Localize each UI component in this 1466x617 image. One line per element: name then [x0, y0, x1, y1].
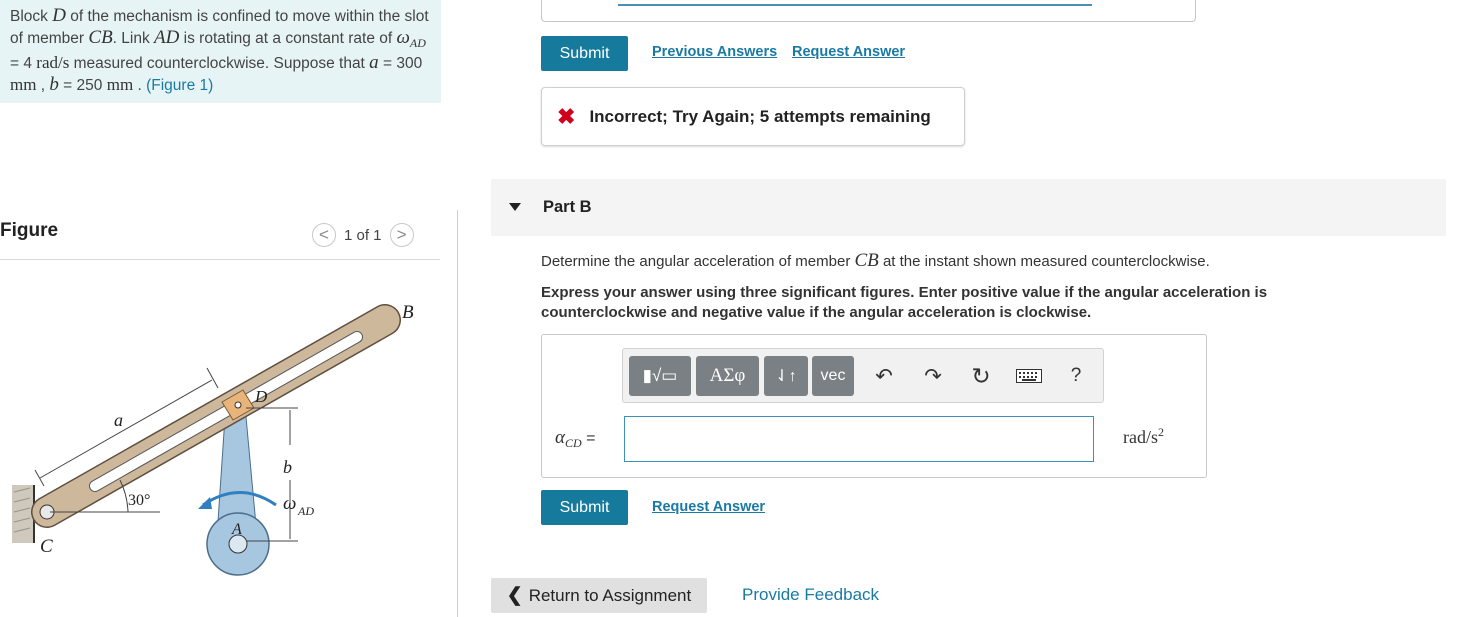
- part-b-instruction: Express your answer using three signific…: [541, 284, 1268, 321]
- label-angle: 30°: [128, 492, 150, 509]
- return-label: Return to Assignment: [528, 585, 692, 605]
- problem-statement: Block D of the mechanism is confined to …: [0, 0, 441, 103]
- label-b: B: [402, 302, 414, 323]
- problem-text: is rotating at a constant rate of: [179, 29, 397, 47]
- question-text: at the instant shown measured counterclo…: [878, 253, 1210, 270]
- provide-feedback-link[interactable]: Provide Feedback: [742, 585, 879, 605]
- feedback-text: Incorrect; Try Again; 5 attempts remaini…: [589, 106, 931, 126]
- b-value: = 250: [58, 76, 107, 94]
- figure-counter: 1 of 1: [344, 226, 382, 244]
- chevron-left-icon: ❮: [506, 585, 523, 606]
- label-a-dimension: a: [114, 410, 123, 430]
- alpha-symbol: α: [555, 427, 565, 448]
- figure-title: Figure: [0, 220, 59, 241]
- collapse-triangle-icon[interactable]: [509, 203, 521, 211]
- omega-units: rad/s: [36, 53, 70, 73]
- problem-text: . Link: [112, 29, 155, 47]
- member-symbol: CB: [88, 26, 113, 48]
- answer-input[interactable]: [624, 416, 1094, 462]
- wall-hatch: [12, 485, 34, 543]
- block-symbol: D: [52, 5, 66, 26]
- subscript-button[interactable]: ⇃↑: [764, 356, 808, 396]
- a-units: mm: [10, 74, 37, 94]
- omega-symbol: ω: [396, 26, 410, 48]
- answer-unit: rad/s2: [1123, 425, 1164, 448]
- question-member-symbol: CB: [854, 250, 879, 271]
- label-d: D: [254, 387, 268, 406]
- greek-icon: ΑΣφ: [709, 365, 746, 386]
- b-symbol: b: [49, 73, 59, 95]
- label-a-point: A: [231, 521, 242, 538]
- redo-icon[interactable]: ↷: [921, 364, 945, 388]
- answer-variable-label: αCD =: [555, 427, 595, 451]
- figure-prev-button[interactable]: <: [312, 223, 336, 247]
- label-omega: ω: [283, 493, 296, 514]
- part-b-header[interactable]: [491, 179, 1446, 236]
- part-a-request-answer-link[interactable]: Request Answer: [792, 44, 905, 60]
- keyboard-icon[interactable]: [1015, 364, 1043, 388]
- feedback-message: ✖ Incorrect; Try Again; 5 attempts remai…: [541, 87, 965, 146]
- label-omega-sub: AD: [297, 504, 314, 518]
- equals-sign: =: [581, 430, 596, 447]
- problem-text: Block: [10, 8, 53, 25]
- pin-d: [234, 401, 242, 409]
- part-b-submit-button[interactable]: Submit: [541, 490, 628, 525]
- omega-value: = 4: [10, 55, 37, 73]
- panel-divider: [457, 210, 458, 617]
- vector-button[interactable]: vec: [812, 356, 854, 396]
- part-b-request-answer-link[interactable]: Request Answer: [652, 499, 765, 515]
- link-symbol: AD: [154, 26, 180, 48]
- previous-answers-link[interactable]: Previous Answers: [652, 44, 777, 60]
- templates-button[interactable]: ▮√▭: [629, 356, 691, 396]
- problem-text: measured counterclockwise. Suppose that: [69, 55, 370, 73]
- figure-divider: [0, 259, 440, 260]
- figure-next-button[interactable]: >: [389, 223, 414, 247]
- undo-icon[interactable]: ↶: [872, 364, 896, 388]
- variable-subscript: CD: [564, 436, 582, 451]
- b-units: mm: [106, 74, 134, 94]
- problem-text: ,: [36, 76, 50, 94]
- chevron-left-icon: <: [319, 225, 329, 244]
- unit-exponent: 2: [1158, 425, 1164, 439]
- a-symbol: a: [369, 52, 379, 74]
- templates-icon: ▮√▭: [642, 366, 678, 385]
- return-to-assignment-button[interactable]: ❮ Return to Assignment: [491, 578, 707, 613]
- figure-navigation: < 1 of 1 >: [312, 222, 414, 248]
- figure-link[interactable]: (Figure 1): [146, 77, 213, 94]
- label-b-dimension: b: [283, 457, 292, 477]
- a-value: = 300: [378, 55, 423, 73]
- omega-subscript: AD: [409, 35, 426, 50]
- omega-arrowhead: [198, 497, 212, 509]
- vec-icon: vec: [820, 367, 846, 384]
- x-icon: ✖: [557, 103, 576, 129]
- reset-icon[interactable]: ↻: [969, 363, 993, 389]
- part-b-question: Determine the angular acceleration of me…: [541, 250, 1210, 272]
- part-a-submit-button[interactable]: Submit: [541, 36, 628, 71]
- chevron-right-icon: >: [396, 225, 407, 244]
- part-a-answer-field[interactable]: [618, 4, 1092, 6]
- unit-text: rad/s: [1123, 427, 1158, 447]
- label-c: C: [40, 536, 53, 557]
- mechanism-figure: B D a b 30° ω AD A C: [12, 302, 414, 576]
- question-text: Determine the angular acceleration of me…: [541, 253, 855, 270]
- keyboard-glyph: [1016, 369, 1042, 383]
- greek-letters-button[interactable]: ΑΣφ: [696, 356, 759, 396]
- problem-text: .: [133, 76, 147, 94]
- help-icon[interactable]: ?: [1064, 364, 1088, 388]
- sort-arrows-icon: ⇃↑: [775, 368, 797, 385]
- part-b-title: Part B: [543, 198, 592, 216]
